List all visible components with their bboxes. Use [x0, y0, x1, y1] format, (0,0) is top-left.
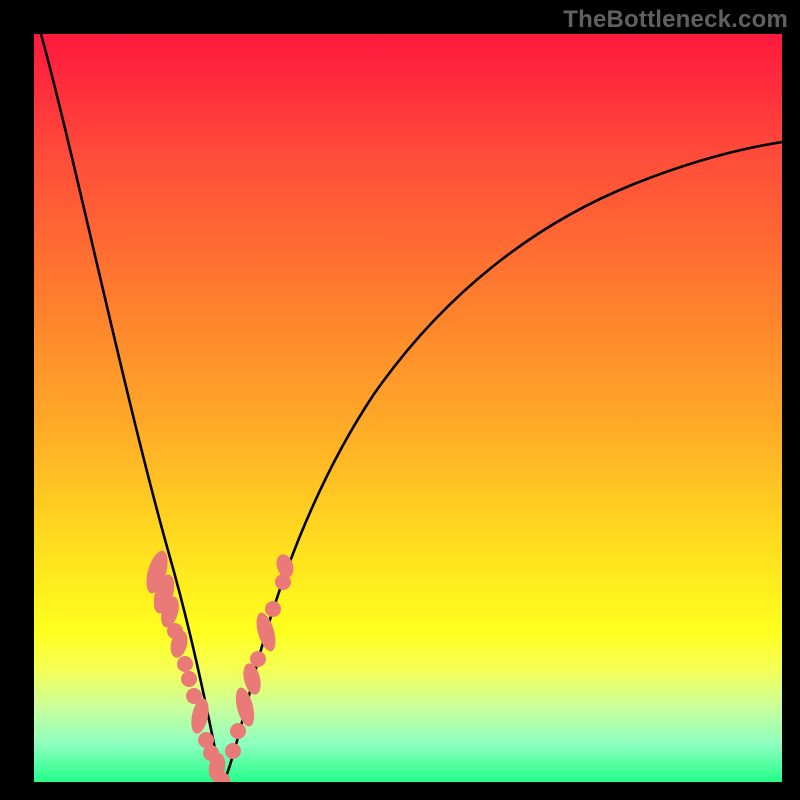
marker-dot	[181, 671, 197, 687]
marker-dot	[225, 743, 241, 759]
marker-dot	[265, 601, 281, 617]
watermark-text: TheBottleneck.com	[563, 6, 788, 34]
marker-dot	[177, 656, 193, 672]
chart-frame: TheBottleneck.com	[0, 0, 800, 800]
plot-area	[34, 34, 782, 782]
marker-dot	[253, 611, 279, 654]
curve-left	[41, 34, 224, 781]
marker-dot	[250, 651, 266, 667]
curve-layer	[34, 34, 782, 782]
marker-dot	[230, 723, 246, 739]
markers-left-group	[142, 548, 230, 782]
curve-right	[224, 142, 782, 781]
markers-right-group	[225, 552, 296, 759]
